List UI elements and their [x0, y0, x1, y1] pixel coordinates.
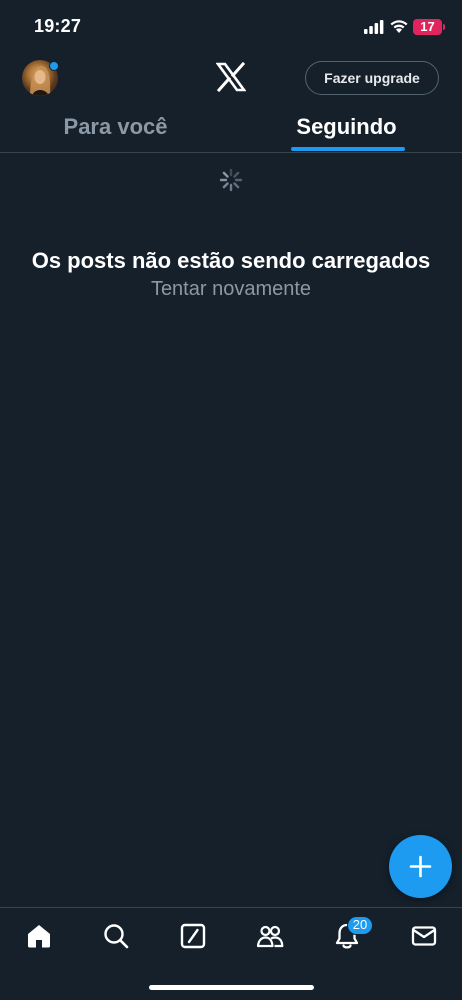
wifi-icon — [390, 20, 408, 33]
active-tab-indicator — [291, 147, 405, 151]
mail-icon[interactable] — [409, 921, 439, 951]
battery-cap — [443, 24, 445, 30]
tabs-divider — [0, 152, 462, 153]
loading-spinner — [219, 168, 243, 192]
battery-indicator: 17 — [413, 19, 442, 35]
notifications-badge: 20 — [347, 916, 373, 935]
home-icon[interactable] — [24, 921, 54, 951]
home-indicator — [149, 985, 314, 990]
grok-icon[interactable] — [178, 921, 208, 951]
notification-dot — [49, 61, 59, 71]
upgrade-button[interactable]: Fazer upgrade — [305, 61, 439, 95]
compose-button[interactable] — [389, 835, 452, 898]
retry-link[interactable]: Tentar novamente — [0, 278, 462, 301]
status-time: 19:27 — [34, 16, 82, 36]
error-title: Os posts não estão sendo carregados — [31, 248, 431, 273]
x-logo-icon[interactable] — [216, 62, 246, 92]
communities-icon[interactable] — [255, 921, 285, 951]
battery-level: 17 — [420, 19, 435, 34]
search-icon[interactable] — [101, 921, 131, 951]
tab-seguindo[interactable]: Seguindo — [231, 113, 462, 151]
cellular-signal-icon — [364, 20, 384, 34]
bottom-nav-divider — [0, 907, 462, 908]
compose-plus-icon — [409, 855, 432, 878]
tab-para-voce[interactable]: Para você — [0, 113, 231, 151]
